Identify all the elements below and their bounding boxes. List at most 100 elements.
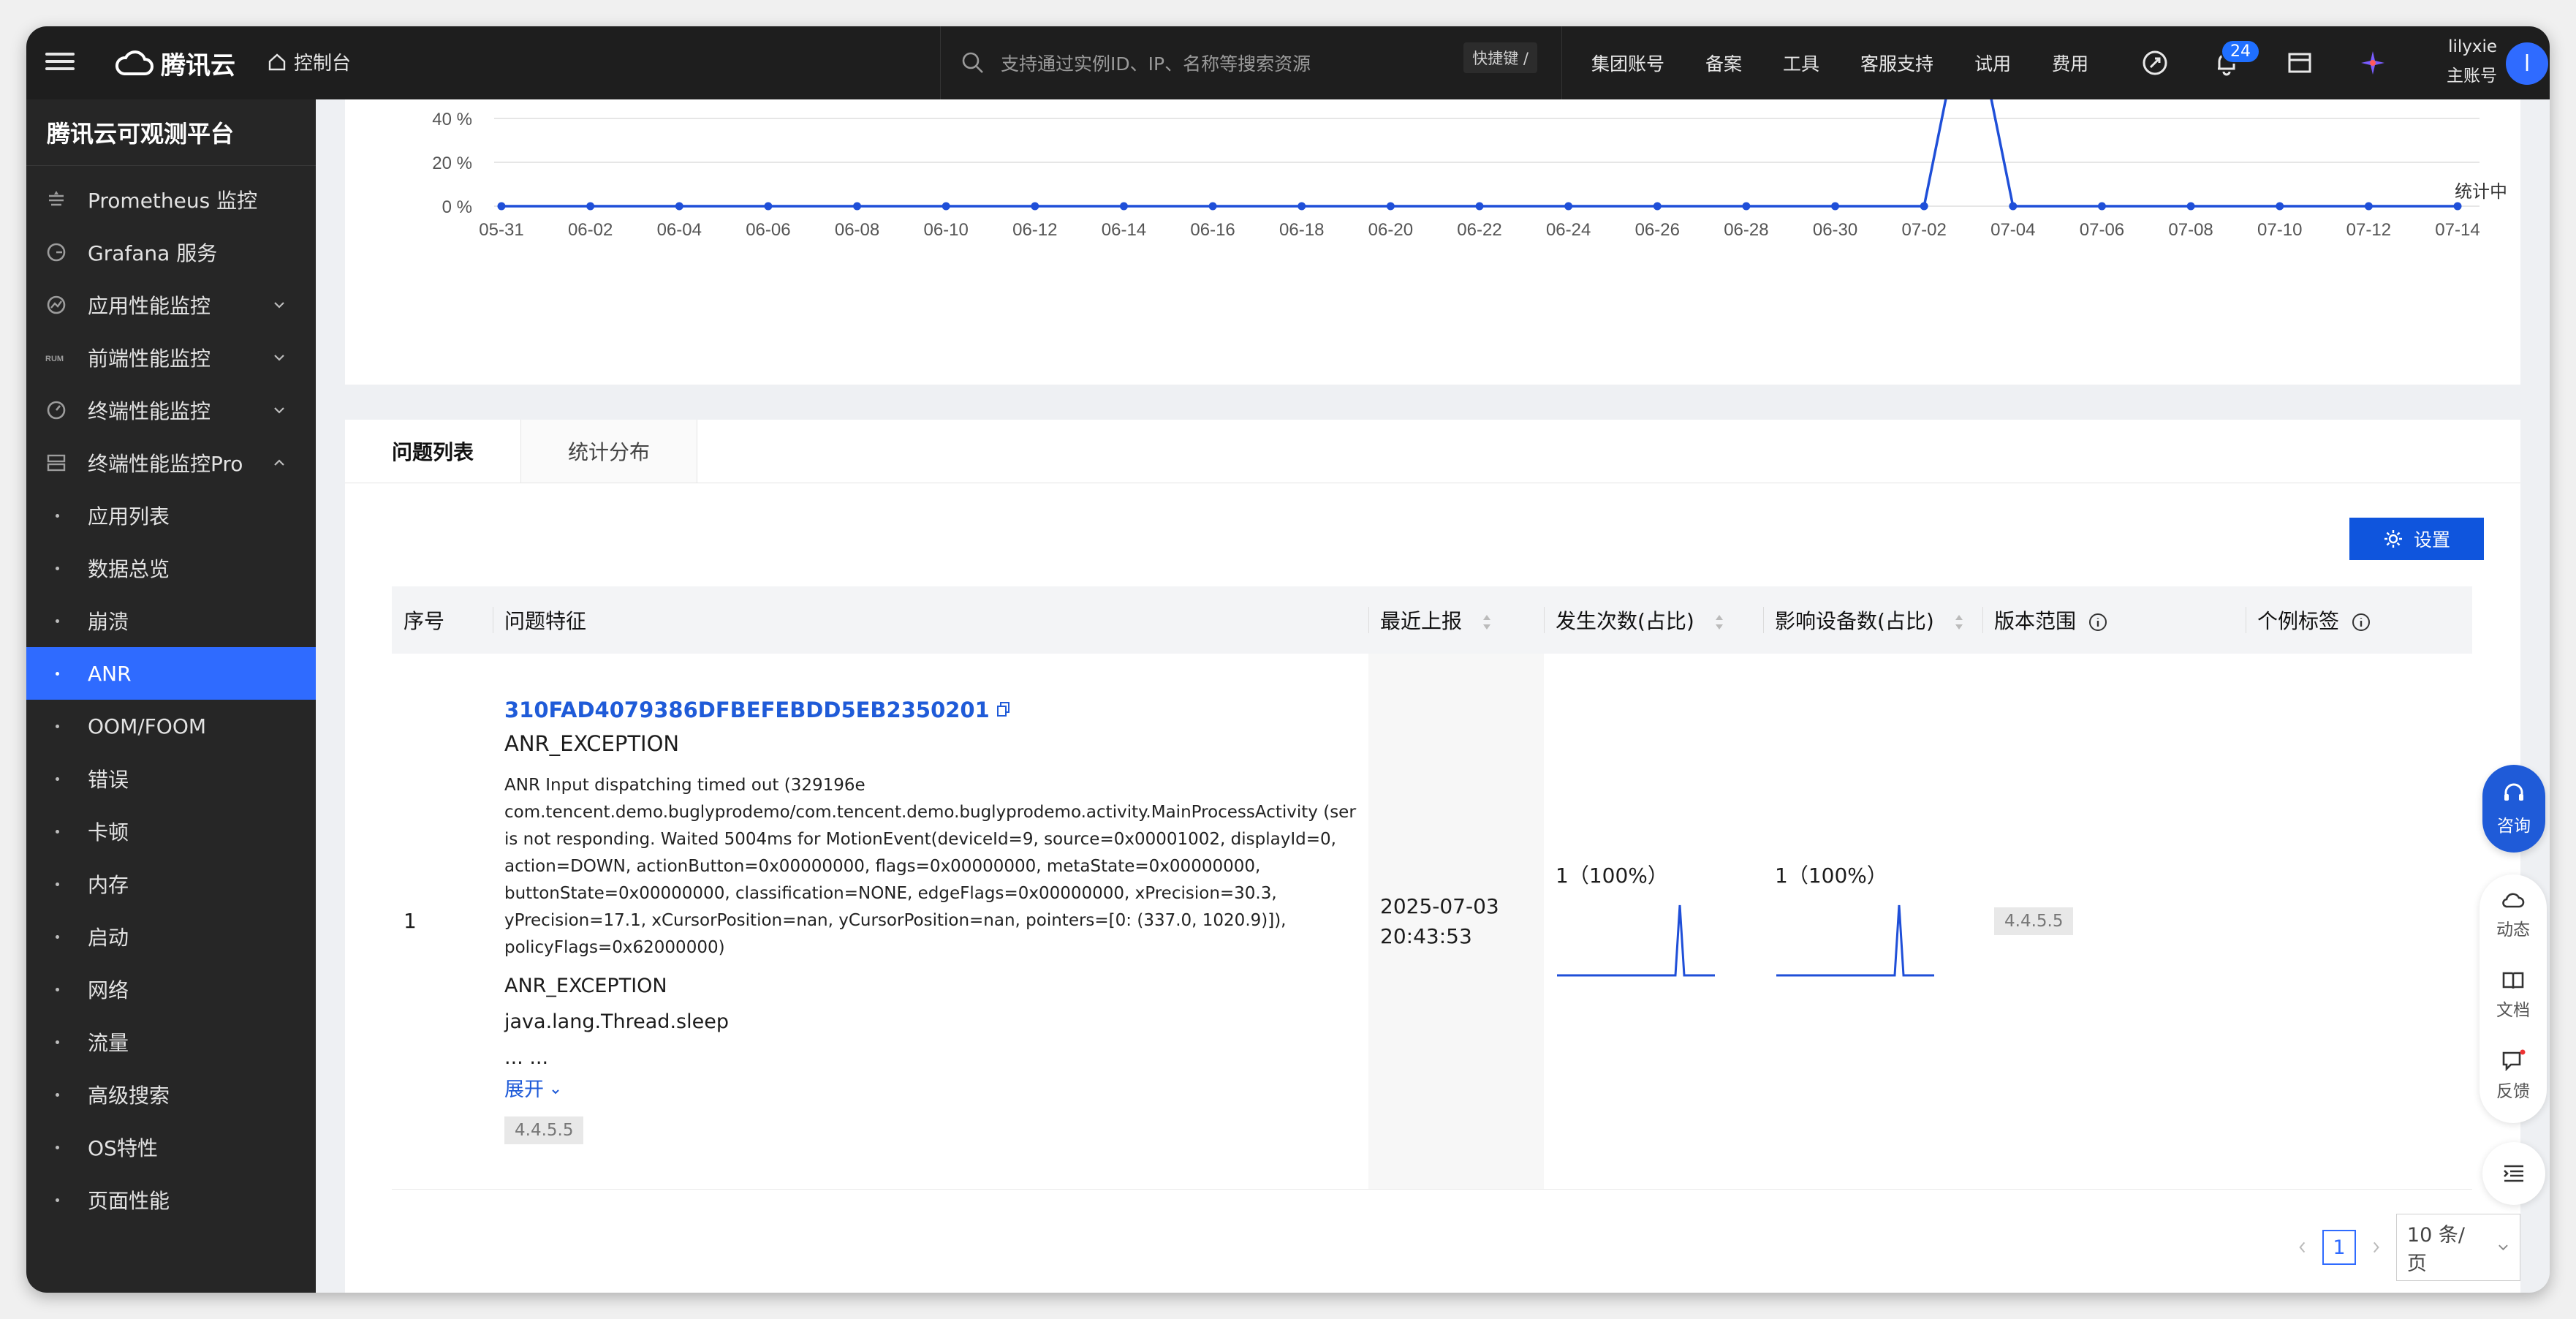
col-occurrences[interactable]: 发生次数(占比) [1544,586,1763,654]
sort-icon[interactable] [1714,613,1724,631]
copy-icon[interactable] [996,701,1011,717]
sidebar-sub-error[interactable]: 错误 [26,752,316,805]
sidebar-sub-memory[interactable]: 内存 [26,858,316,910]
nav-tools[interactable]: 工具 [1783,50,1819,76]
data-point [2276,202,2284,211]
devices-value: 1（100%） [1775,863,1887,888]
cloud-news-icon [2502,893,2525,908]
occurrences-sparkline [1557,904,1715,977]
bullet-icon [56,1040,59,1044]
terminal-pro-icon [47,454,66,472]
x-tick-label: 06-18 [1279,220,1324,240]
sidebar-sub-launch[interactable]: 启动 [26,910,316,963]
sidebar-sub-lag[interactable]: 卡顿 [26,805,316,858]
col-devices-label: 影响设备数(占比) [1775,609,1934,633]
tab-issue-list[interactable]: 问题列表 [345,420,521,483]
sidebar-sub-traffic[interactable]: 流量 [26,1016,316,1068]
sort-icon[interactable] [1954,613,1964,631]
avatar[interactable]: l [2506,42,2548,85]
data-point [1386,202,1395,211]
data-point [2186,202,2195,211]
settings-button[interactable]: 设置 [2349,518,2484,560]
float-docs[interactable]: 文档 [2480,955,2547,1035]
menu-icon[interactable] [45,48,75,78]
cell-tags [2246,654,2472,1190]
brand-name: 腾讯云 [161,50,235,80]
issue-id-link[interactable]: 310FAD4079386DFBEFEBDD5EB2350201 [504,698,990,722]
bullet-icon [56,988,59,991]
float-news[interactable]: 动态 [2480,874,2547,955]
ticket-icon[interactable] [2285,48,2314,78]
nav-billing[interactable]: 费用 [2052,50,2088,76]
sidebar-sub-oom[interactable]: OOM/FOOM [26,700,316,752]
data-point [853,202,862,211]
bullet-icon [56,619,59,623]
consult-label: 咨询 [2497,817,2531,836]
stack-frame: java.lang.Thread.sleep [504,1010,729,1034]
sidebar-item-apm[interactable]: 应用性能监控 [26,279,316,331]
col-last-report[interactable]: 最近上报 [1368,586,1544,654]
info-icon[interactable] [2352,613,2371,632]
console-label: 控制台 [294,53,352,75]
sidebar-sub-os[interactable]: OS特性 [26,1121,316,1174]
bullet-icon [56,830,59,834]
issue-id-row: 310FAD4079386DFBEFEBDD5EB2350201 [504,698,1357,722]
bullet-icon [56,883,59,886]
user-info[interactable]: lilyxie 主账号 [2409,32,2497,91]
brand-logo[interactable]: 腾讯云 [114,44,235,82]
sidebar-sub-app-list[interactable]: 应用列表 [26,489,316,542]
spark-logo-icon[interactable] [2358,48,2387,78]
nav-support[interactable]: 客服支持 [1860,50,1933,76]
nav-filing[interactable]: 备案 [1705,50,1742,76]
sidebar-item-rum[interactable]: RUM 前端性能监控 [26,331,316,384]
sidebar-title: 腾讯云可观测平台 [26,99,316,166]
bullet-icon [56,777,59,781]
sidebar-item-terminal[interactable]: 终端性能监控 [26,384,316,436]
sidebar-sub-label: 网络 [88,978,129,1002]
prev-page-icon[interactable] [2297,1239,2308,1255]
col-issue: 问题特征 [493,586,1368,654]
sidebar-sub-overview[interactable]: 数据总览 [26,542,316,594]
nav-group-account[interactable]: 集团账号 [1591,50,1664,76]
sidebar-item-label: Grafana 服务 [88,241,218,265]
sidebar-item-grafana[interactable]: Grafana 服务 [26,226,316,279]
sidebar-item-terminal-pro[interactable]: 终端性能监控Pro [26,436,316,489]
nav-trial[interactable]: 试用 [1974,50,2011,76]
chevron-down-icon [274,302,284,309]
api-icon[interactable] [2140,48,2170,78]
sidebar-item-prometheus[interactable]: Prometheus 监控 [26,173,316,226]
sidebar-sub-crash[interactable]: 崩溃 [26,594,316,647]
sidebar-sub-network[interactable]: 网络 [26,963,316,1016]
expand-label: 展开 [504,1078,544,1102]
console-link[interactable]: 控制台 [268,48,351,75]
outline-button[interactable] [2482,1142,2545,1205]
issue-table: 序号 问题特征 最近上报 发生次数(占比) 影响设备数(占比) 版本范围 个例标… [392,586,2472,1190]
sort-icon[interactable] [1482,613,1492,631]
next-page-icon[interactable] [2371,1239,2382,1255]
sidebar-sub-anr[interactable]: ANR [26,647,316,700]
report-time: 20:43:53 [1380,923,1472,948]
trend-chart-card: 0 % 20 % 40 % 05-31 06-02 06-04 06-06 06-08 06-1… [345,99,2520,385]
x-tick-label: 06-14 [1102,220,1146,240]
cell-version: 4.4.5.5 [1982,654,2246,1190]
sidebar-sub-page-perf[interactable]: 页面性能 [26,1174,316,1226]
consult-button[interactable]: 咨询 [2482,765,2545,853]
info-icon[interactable] [2088,613,2107,632]
page-number[interactable]: 1 [2322,1230,2356,1265]
expand-link[interactable]: 展开 [504,1073,1357,1102]
global-search[interactable]: 支持通过实例ID、IP、名称等搜索资源 快捷键 / [940,26,1555,99]
sidebar-sub-label: 错误 [88,768,129,792]
table-row[interactable]: 1 310FAD4079386DFBEFEBDD5EB2350201 ANR_E… [392,654,2472,1190]
x-tick-label: 06-06 [746,220,790,240]
col-devices[interactable]: 影响设备数(占比) [1763,586,1982,654]
stack-type: ANR_EXCEPTION [504,975,667,998]
tab-statistics[interactable]: 统计分布 [521,420,697,483]
list-indent-icon [2504,1165,2523,1182]
float-feedback[interactable]: 反馈 [2480,1035,2547,1116]
y-tick-label: 20 % [432,154,472,173]
search-input[interactable]: 支持通过实例ID、IP、名称等搜索资源 [1001,50,1311,76]
page-size-select[interactable]: 10 条/页 [2395,1214,2521,1281]
chevron-down-icon [2499,1244,2508,1251]
top-bar: 腾讯云 控制台 支持通过实例ID、IP、名称等搜索资源 快捷键 / 集团账号 备… [26,26,2550,99]
sidebar-sub-advanced-search[interactable]: 高级搜索 [26,1068,316,1121]
